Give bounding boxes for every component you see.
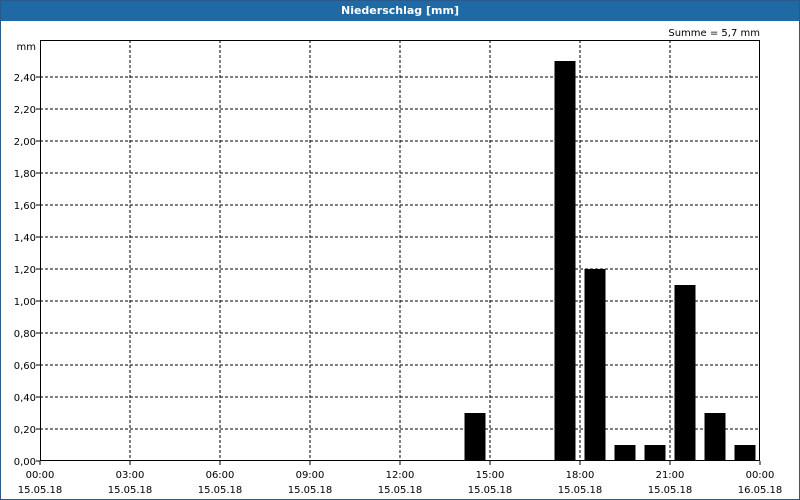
x-tick-label-time: 06:00	[206, 470, 235, 481]
x-tick-label-date: 15.05.18	[108, 485, 153, 496]
y-tick-label: 0,40	[14, 393, 36, 404]
y-tick-label: 2,40	[14, 73, 36, 84]
y-tick-label: 1,00	[14, 297, 36, 308]
precipitation-bar	[674, 285, 696, 461]
y-tick-label: 1,20	[14, 265, 36, 276]
x-tick-label-time: 15:00	[476, 470, 505, 481]
x-tick-label-date: 15.05.18	[468, 485, 513, 496]
y-tick-label: 0,00	[14, 457, 36, 468]
x-tick-label-time: 21:00	[656, 470, 685, 481]
precipitation-bar	[644, 445, 666, 461]
precipitation-chart: 0,00 0,20 0,40 0,60 0,80 1,00 1,20 1,40 1,60 1,80…	[14, 28, 783, 496]
precipitation-bar	[614, 445, 636, 461]
x-tick-label-date: 15.05.18	[18, 485, 63, 496]
precipitation-bar	[704, 413, 726, 461]
x-tick-label-date: 15.05.18	[288, 485, 333, 496]
x-tick-label-time: 09:00	[296, 470, 325, 481]
precipitation-bar	[554, 61, 576, 461]
x-tick-label-date: 15.05.18	[648, 485, 693, 496]
sum-label: Summe = 5,7 mm	[668, 28, 760, 39]
x-tick-label-date: 15.05.18	[198, 485, 243, 496]
x-tick-label-time: 18:00	[566, 470, 595, 481]
x-tick-label-time: 12:00	[386, 470, 415, 481]
precipitation-bar	[464, 413, 486, 461]
x-tick-label-date: 15.05.18	[558, 485, 603, 496]
y-tick-label: 0,20	[14, 425, 36, 436]
x-tick-label-time: 00:00	[746, 470, 775, 481]
x-tick-label-date: 16.05.18	[738, 485, 783, 496]
y-axis-label: mm	[17, 42, 36, 53]
y-tick-label: 1,40	[14, 233, 36, 244]
y-tick-label: 1,60	[14, 201, 36, 212]
x-tick-label-time: 03:00	[116, 470, 145, 481]
y-tick-label: 2,00	[14, 137, 36, 148]
x-tick-label-date: 15.05.18	[378, 485, 423, 496]
y-tick-label: 0,80	[14, 329, 36, 340]
y-tick-label: 1,80	[14, 169, 36, 180]
y-tick-label: 0,60	[14, 361, 36, 372]
precipitation-bar	[584, 269, 606, 461]
y-tick-label: 2,20	[14, 105, 36, 116]
precipitation-bar	[734, 445, 756, 461]
x-tick-label-time: 00:00	[26, 470, 55, 481]
